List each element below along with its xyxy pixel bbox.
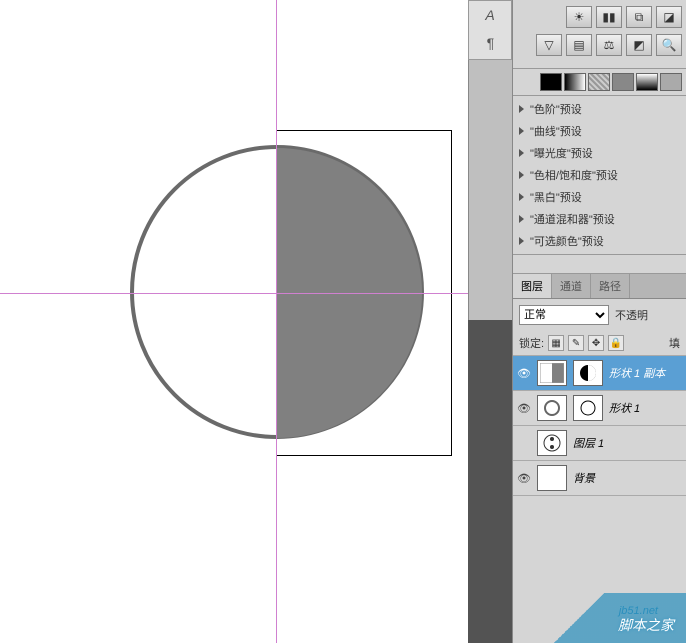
brightness-icon[interactable]: ☀ [566, 6, 592, 28]
layer-row[interactable]: 图层 1 [513, 426, 686, 461]
layer-thumb[interactable] [537, 360, 567, 386]
guide-vertical[interactable] [276, 0, 277, 643]
character-icon: A [469, 1, 511, 29]
swatch[interactable] [588, 73, 610, 91]
swatch[interactable] [540, 73, 562, 91]
lock-all-icon[interactable]: 🔒 [608, 335, 624, 351]
swatch[interactable] [612, 73, 634, 91]
preset-item[interactable]: "可选颜色"预设 [513, 230, 686, 252]
guide-horizontal[interactable] [0, 293, 468, 294]
disclosure-icon [519, 237, 524, 245]
lock-position-icon[interactable]: ✥ [588, 335, 604, 351]
fill-label: 填 [669, 335, 680, 351]
watermark-name: 脚本之家 [618, 615, 674, 635]
panel-tabs: 图层 通道 路径 [513, 273, 686, 299]
curves-icon[interactable]: ⧉ [626, 6, 652, 28]
swatch[interactable] [636, 73, 658, 91]
preset-label: "可选颜色"预设 [530, 233, 604, 249]
blend-row: 正常 不透明 [513, 299, 686, 331]
layer-mask-thumb[interactable] [573, 360, 603, 386]
paragraph-icon: ¶ [469, 29, 511, 57]
layer-row[interactable]: 👁 形状 1 [513, 391, 686, 426]
preset-label: "曲线"预设 [530, 123, 582, 139]
visibility-icon[interactable]: 👁 [517, 471, 531, 485]
preset-label: "黑白"预设 [530, 189, 582, 205]
layer-name[interactable]: 背景 [573, 470, 682, 486]
layer-row[interactable]: 👁 形状 1 副本 [513, 356, 686, 391]
type-panel-collapsed[interactable]: A ¶ [468, 0, 512, 60]
opacity-label: 不透明 [615, 307, 648, 323]
levels-icon[interactable]: ▮▮ [596, 6, 622, 28]
vibrance-icon[interactable]: ▽ [536, 34, 562, 56]
preset-label: "色阶"预设 [530, 101, 582, 117]
lock-pixels-icon[interactable]: ✎ [568, 335, 584, 351]
layer-name[interactable]: 形状 1 [609, 400, 682, 416]
lock-transparent-icon[interactable]: ▦ [548, 335, 564, 351]
visibility-icon[interactable] [517, 436, 531, 450]
visibility-icon[interactable]: 👁 [517, 401, 531, 415]
preset-item[interactable]: "色相/饱和度"预设 [513, 164, 686, 186]
adjustment-icons-row1: ☀ ▮▮ ⧉ ◪ ▽ ▤ ⚖ ◩ 🔍 [513, 0, 686, 69]
disclosure-icon [519, 193, 524, 201]
disclosure-icon [519, 171, 524, 179]
layer-mask-thumb[interactable] [573, 395, 603, 421]
layers-list: 👁 形状 1 副本 👁 形状 1 图层 1 👁 背景 [513, 356, 686, 496]
layer-name[interactable]: 图层 1 [573, 435, 682, 451]
swatch[interactable] [564, 73, 586, 91]
disclosure-icon [519, 215, 524, 223]
visibility-icon[interactable]: 👁 [517, 366, 531, 380]
layer-row[interactable]: 👁 背景 [513, 461, 686, 496]
preset-item[interactable]: "曝光度"预设 [513, 142, 686, 164]
preset-item[interactable]: "黑白"预设 [513, 186, 686, 208]
disclosure-icon [519, 105, 524, 113]
blend-mode-select[interactable]: 正常 [519, 305, 609, 325]
lock-row: 锁定: ▦ ✎ ✥ 🔒 填 [513, 331, 686, 356]
tab-paths[interactable]: 路径 [591, 274, 630, 298]
bw-icon[interactable]: ◩ [626, 34, 652, 56]
lock-label: 锁定: [519, 335, 544, 351]
layer-thumb[interactable] [537, 430, 567, 456]
preset-item[interactable]: "曲线"预设 [513, 120, 686, 142]
tab-layers[interactable]: 图层 [513, 274, 552, 298]
layer-thumb[interactable] [537, 395, 567, 421]
preset-label: "通道混和器"预设 [530, 211, 615, 227]
layer-name[interactable]: 形状 1 副本 [609, 365, 682, 381]
panels-column: ☀ ▮▮ ⧉ ◪ ▽ ▤ ⚖ ◩ 🔍 "色阶"预设 "曲线"预设 "曝光度"预设… [512, 0, 686, 643]
lookup-icon[interactable]: 🔍 [656, 34, 682, 56]
preset-item[interactable]: "通道混和器"预设 [513, 208, 686, 230]
preset-label: "曝光度"预设 [530, 145, 593, 161]
tab-channels[interactable]: 通道 [552, 274, 591, 298]
layer-thumb[interactable] [537, 465, 567, 491]
presets-list: "色阶"预设 "曲线"预设 "曝光度"预设 "色相/饱和度"预设 "黑白"预设 … [513, 96, 686, 255]
balance-icon[interactable]: ⚖ [596, 34, 622, 56]
preset-item[interactable]: "色阶"预设 [513, 98, 686, 120]
hue-icon[interactable]: ▤ [566, 34, 592, 56]
disclosure-icon [519, 149, 524, 157]
canvas[interactable] [0, 0, 468, 643]
exposure-icon[interactable]: ◪ [656, 6, 682, 28]
preset-swatches [513, 69, 686, 96]
disclosure-icon [519, 127, 524, 135]
preset-label: "色相/饱和度"预设 [530, 167, 618, 183]
swatch[interactable] [660, 73, 682, 91]
